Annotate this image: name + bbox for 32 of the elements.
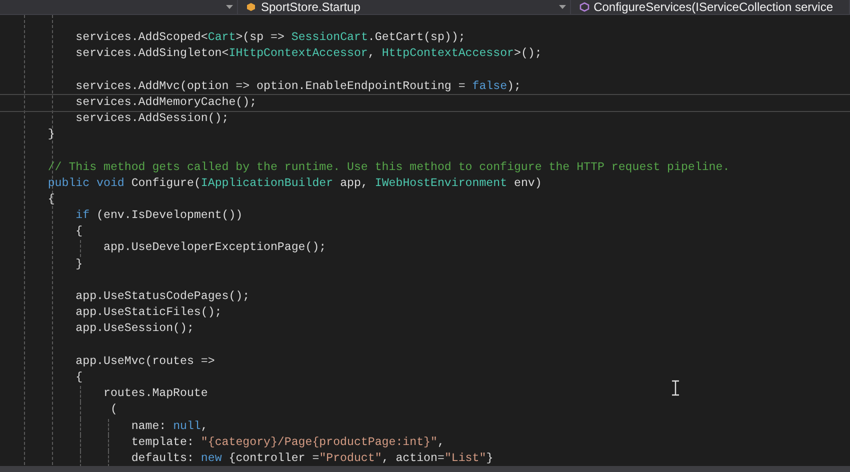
caret-icon <box>558 5 566 9</box>
code-line: routes.MapRoute <box>102 387 208 400</box>
class-icon <box>246 2 257 12</box>
code-line: } <box>46 128 55 142</box>
code-line: { <box>74 370 83 384</box>
code-line: { <box>74 225 83 238</box>
code-line: app.UseStatusCodePages(); <box>74 290 250 303</box>
code-line: template: "{category}/Page{productPage:int}", <box>130 436 444 449</box>
cube-icon <box>578 2 590 12</box>
code-line: if (env.IsDevelopment()) <box>74 209 243 222</box>
code-line: name: null, <box>130 420 208 432</box>
code-line: services.AddSingleton<IHttpContextAccessor, HttpContextAccessor>(); <box>74 47 542 60</box>
code-line: app.UseDeveloperExceptionPage(); <box>102 241 326 254</box>
code-line: defaults: new {controller ="Product", action="List"} <box>130 452 494 465</box>
code-comment: // This method gets called by the runtime. Use this method to configure the HTTP request pipeline. <box>46 160 730 174</box>
code-line: public void Configure(IApplicationBuilder app, IWebHostEnvironment env) <box>46 176 542 190</box>
code-line: app.UseStaticFiles(); <box>74 306 222 320</box>
code-line: app.UseMvc(routes => <box>74 354 215 368</box>
code-line: app.UseSession(); <box>74 322 194 336</box>
code-line: services.AddMvc(option => option.EnableEndpointRouting = false); <box>74 80 521 93</box>
text-cursor-icon <box>671 380 680 396</box>
code-line: { <box>46 192 55 206</box>
caret-icon <box>226 5 233 9</box>
horizontal-scrollbar[interactable] <box>0 466 850 472</box>
dropdown[interactable] <box>0 0 238 14</box>
code-line: services.AddScoped<Cart>(sp => SessionCart.GetCart(sp)); <box>74 31 466 44</box>
code-line: services.AddMemoryCache(); <box>74 96 257 109</box>
code-line: } <box>74 258 83 271</box>
code-line: services.AddSession(); <box>74 112 229 125</box>
code-line: ( <box>109 403 118 416</box>
dropdown[interactable]: ConfigureServices(IServiceCollection service <box>570 0 850 14</box>
dropdown[interactable]: SportStore.Startup <box>238 0 571 14</box>
